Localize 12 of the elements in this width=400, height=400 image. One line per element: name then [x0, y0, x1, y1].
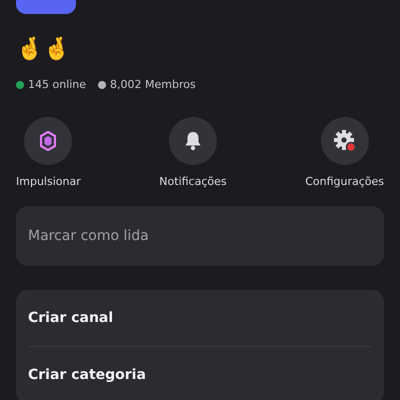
gem-icon [40, 131, 56, 151]
action-button[interactable]: Notificações [159, 117, 227, 188]
server-icon [16, 0, 76, 14]
bell-icon [184, 131, 202, 151]
server-description: 🤞🤞 [16, 36, 71, 64]
menu-item[interactable]: Criar categoria [28, 347, 372, 400]
gear-icon [332, 129, 357, 153]
stat-label: 8,002 Membros [110, 78, 196, 91]
menu-item[interactable]: Criar canal [28, 290, 372, 346]
stat-label: 145 online [28, 78, 86, 91]
action-button[interactable]: Configurações [305, 117, 384, 188]
mark-as-read-button[interactable]: Marcar como lida [16, 206, 384, 266]
